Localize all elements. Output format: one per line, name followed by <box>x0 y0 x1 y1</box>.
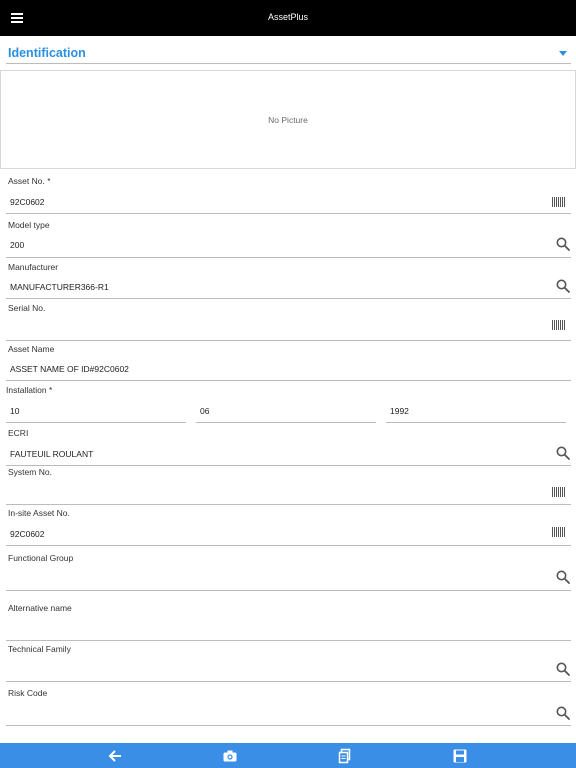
ecri-label: ECRI <box>8 428 29 438</box>
chevron-down-icon <box>559 51 567 56</box>
camera-icon[interactable] <box>222 748 238 764</box>
installation-label: Installation * <box>6 385 53 395</box>
installation-year-field[interactable]: 1992 <box>390 406 409 416</box>
barcode-icon[interactable] <box>552 527 566 537</box>
search-icon[interactable] <box>556 706 570 720</box>
alternative-name-underline <box>6 640 571 641</box>
insite-asset-no-label: In-site Asset No. <box>8 508 70 518</box>
insite-asset-no-field[interactable]: 92C0602 <box>10 529 45 539</box>
bottom-toolbar <box>0 743 576 768</box>
barcode-icon[interactable] <box>552 197 566 207</box>
barcode-icon[interactable] <box>552 487 566 497</box>
system-no-underline <box>6 504 571 505</box>
back-arrow-icon[interactable] <box>107 748 123 764</box>
technical-family-label: Technical Family <box>8 644 71 654</box>
installation-month-underline <box>196 422 376 423</box>
installation-day-field[interactable]: 10 <box>10 406 19 416</box>
asset-picture[interactable]: No Picture <box>0 70 576 169</box>
installation-day-underline <box>6 422 186 423</box>
asset-no-label: Asset No. * <box>8 176 51 186</box>
search-icon[interactable] <box>556 237 570 251</box>
copy-icon[interactable] <box>337 748 353 764</box>
risk-code-underline <box>6 725 571 726</box>
installation-month-field[interactable]: 06 <box>200 406 209 416</box>
functional-group-label: Functional Group <box>8 553 74 563</box>
model-type-field[interactable]: 200 <box>10 240 24 250</box>
identification-section-header[interactable]: Identification <box>6 38 571 64</box>
ecri-underline <box>6 465 571 466</box>
barcode-icon[interactable] <box>552 320 566 330</box>
manufacturer-field[interactable]: MANUFACTURER366-R1 <box>10 282 109 292</box>
serial-no-label: Serial No. <box>8 303 46 313</box>
section-title: Identification <box>8 46 86 60</box>
serial-no-underline <box>6 340 571 341</box>
risk-code-label: Risk Code <box>8 688 48 698</box>
system-no-label: System No. <box>8 467 52 477</box>
asset-name-field[interactable]: ASSET NAME OF ID#92C0602 <box>10 364 129 374</box>
manufacturer-label: Manufacturer <box>8 262 59 272</box>
alternative-name-label: Alternative name <box>8 603 72 613</box>
app-title: AssetPlus <box>267 12 309 22</box>
save-icon[interactable] <box>452 748 468 764</box>
ecri-field[interactable]: FAUTEUIL ROULANT <box>10 449 93 459</box>
technical-family-underline <box>6 681 571 682</box>
functional-group-underline <box>6 590 571 591</box>
manufacturer-underline <box>6 298 571 299</box>
search-icon[interactable] <box>556 662 570 676</box>
picture-placeholder: No Picture <box>268 115 308 125</box>
insite-asset-no-underline <box>6 545 571 546</box>
model-type-underline <box>6 257 571 258</box>
asset-no-underline <box>6 213 571 214</box>
search-icon[interactable] <box>556 570 570 584</box>
asset-name-underline <box>6 380 571 381</box>
asset-no-field[interactable]: 92C0602 <box>10 197 45 207</box>
search-icon[interactable] <box>556 446 570 460</box>
search-icon[interactable] <box>556 279 570 293</box>
installation-year-underline <box>386 422 566 423</box>
top-bar: AssetPlus <box>0 0 576 36</box>
model-type-label: Model type <box>8 220 50 230</box>
asset-name-label: Asset Name <box>8 344 55 354</box>
